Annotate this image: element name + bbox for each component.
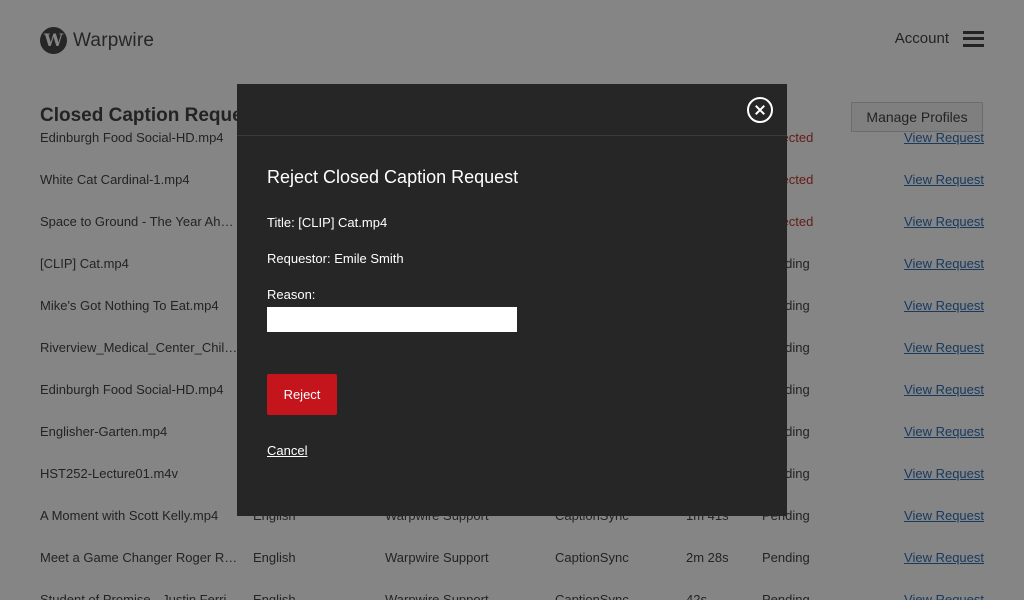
modal-heading: Reject Closed Caption Request	[267, 167, 519, 187]
reject-button[interactable]: Reject	[267, 374, 337, 415]
reason-input[interactable]	[267, 307, 517, 332]
cancel-link[interactable]: Cancel	[267, 443, 307, 458]
reject-request-modal: Reject Closed Caption Request Title: [CL…	[237, 84, 787, 516]
reason-label: Reason:	[267, 287, 316, 302]
request-title: Title: [CLIP] Cat.mp4	[267, 215, 388, 230]
request-requestor: Requestor: Emile Smith	[267, 251, 404, 266]
modal-header-bar	[237, 84, 787, 136]
close-circle-icon[interactable]	[747, 97, 773, 123]
